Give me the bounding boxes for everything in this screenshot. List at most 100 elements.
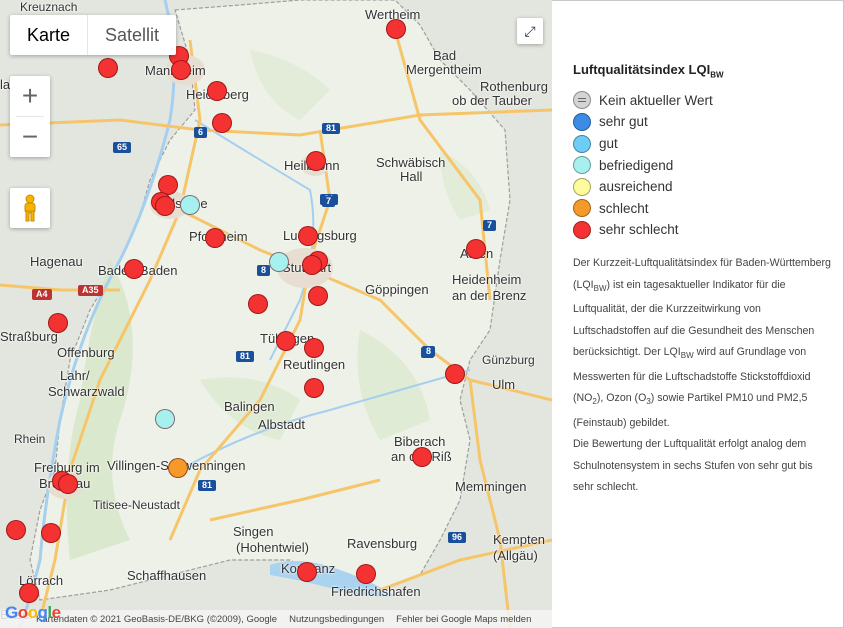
station-marker[interactable]	[19, 583, 39, 603]
legend-swatch-icon	[573, 156, 591, 175]
road-shield: 81	[198, 480, 217, 491]
place-label: Kempten	[493, 532, 546, 547]
place-label: Göppingen	[365, 282, 429, 297]
place-label: Mergentheim	[406, 62, 482, 77]
road-shield: 6	[194, 127, 208, 138]
road-shield: 81	[236, 351, 255, 362]
station-marker[interactable]	[356, 564, 376, 584]
legend-swatch-icon	[573, 91, 591, 110]
pegman-icon	[24, 194, 36, 222]
place-label: Straßburg	[0, 329, 58, 344]
station-marker[interactable]	[205, 228, 225, 248]
station-marker[interactable]	[298, 226, 318, 246]
map-attribution: Kartendaten © 2021 GeoBasis-DE/BKG (©200…	[0, 610, 552, 628]
fullscreen-button[interactable]: ⤢	[517, 18, 543, 44]
station-marker[interactable]	[445, 364, 465, 384]
terms-link[interactable]: Nutzungsbedingungen	[289, 614, 384, 625]
report-error-link[interactable]: Fehler bei Google Maps melden	[396, 614, 531, 625]
description-panel: Der Kurzzeit-Luftqualitätsindex für Bade…	[573, 253, 831, 499]
place-label: Lahr/	[60, 368, 90, 383]
legend-item: befriedigend	[573, 154, 831, 176]
legend-item: sehr gut	[573, 111, 831, 133]
legend-swatch-icon	[573, 177, 591, 196]
place-label: Ludwigsburg	[283, 228, 357, 243]
legend-label: gut	[599, 136, 618, 152]
legend-item: sehr schlecht	[573, 219, 831, 241]
station-marker[interactable]	[302, 255, 322, 275]
legend-label: befriedigend	[599, 157, 674, 173]
legend-swatch-icon	[573, 112, 591, 131]
legend-title: Luftqualitätsindex LQIBW	[573, 62, 724, 80]
legend-item: gut	[573, 133, 831, 155]
attribution-data: Kartendaten © 2021 GeoBasis-DE/BKG (©200…	[36, 613, 278, 625]
place-label: Günzburg	[482, 353, 535, 367]
station-marker[interactable]	[180, 195, 200, 215]
fullscreen-icon: ⤢	[524, 22, 536, 39]
station-marker[interactable]	[308, 286, 328, 306]
station-marker[interactable]	[171, 60, 191, 80]
place-label: Kreuznach	[20, 0, 78, 14]
road-shield: 8	[257, 265, 271, 276]
station-marker[interactable]	[304, 378, 324, 398]
station-marker[interactable]	[276, 331, 296, 351]
station-marker[interactable]	[248, 294, 268, 314]
legend-item: schlecht	[573, 198, 831, 220]
street-view-button[interactable]	[10, 188, 50, 228]
road-shield: 7	[322, 196, 336, 207]
station-marker[interactable]	[58, 474, 78, 494]
legend-label: sehr schlecht	[599, 222, 679, 238]
place-label: Heidenheim	[452, 272, 522, 287]
station-marker[interactable]	[466, 239, 486, 259]
station-marker[interactable]	[48, 313, 68, 333]
map-type-satellite-button[interactable]: Satellit	[88, 15, 176, 55]
legend-swatch-icon	[573, 220, 591, 239]
station-marker[interactable]	[297, 562, 317, 582]
place-label: Schwarzwald	[48, 384, 125, 399]
place-label: Albstadt	[258, 417, 305, 432]
map-type-map-button[interactable]: Karte	[10, 15, 89, 55]
station-marker[interactable]	[304, 338, 324, 358]
place-label: ob der Tauber	[452, 93, 532, 108]
station-marker[interactable]	[124, 259, 144, 279]
legend-label: schlecht	[599, 200, 649, 216]
station-marker[interactable]	[269, 252, 289, 272]
place-label: Hall	[400, 169, 423, 184]
station-marker[interactable]	[41, 523, 61, 543]
place-label: (Hohentwiel)	[236, 540, 309, 555]
station-marker[interactable]	[306, 151, 326, 171]
road-shield: 7	[483, 220, 497, 231]
station-marker[interactable]	[155, 409, 175, 429]
station-marker[interactable]	[207, 81, 227, 101]
map-area[interactable]: Wertheim Bad Mergentheim Rothenburg ob der T…	[0, 0, 552, 628]
legend-label: Kein aktueller Wert	[599, 92, 713, 108]
place-label: (Allgäu)	[493, 548, 538, 563]
road-shield: A4	[32, 289, 52, 300]
google-logo: Google	[5, 603, 61, 622]
station-marker[interactable]	[155, 196, 175, 216]
place-label: Rhein	[14, 432, 46, 446]
legend-swatch-icon	[573, 134, 591, 153]
station-marker[interactable]	[6, 520, 26, 540]
road-shield: A35	[78, 285, 103, 296]
place-label: Hagenau	[30, 254, 83, 269]
place-label: Schaffhausen	[127, 568, 207, 583]
legend-list: Kein aktueller Wert sehr gut gut befriedige…	[573, 90, 831, 241]
road-shield: 81	[322, 123, 341, 134]
legend-label: ausreichend	[599, 179, 673, 195]
place-label: Ravensburg	[347, 536, 418, 551]
station-marker[interactable]	[98, 58, 118, 78]
place-label: an der Brenz	[452, 288, 527, 303]
zoom-out-button[interactable]: −	[10, 117, 50, 157]
zoom-in-button[interactable]: +	[10, 76, 50, 116]
station-marker[interactable]	[168, 458, 188, 478]
place-label: Reutlingen	[283, 357, 346, 372]
station-marker[interactable]	[412, 447, 432, 467]
place-label: Memmingen	[455, 479, 527, 494]
description-paragraph-2: Die Bewertung der Luftqualität erfolgt a…	[573, 438, 813, 494]
legend-panel: Luftqualitätsindex LQIBW Kein aktueller …	[573, 62, 831, 241]
legend-swatch-icon	[573, 199, 591, 218]
station-marker[interactable]	[386, 19, 406, 39]
legend-label: sehr gut	[599, 114, 648, 130]
station-marker[interactable]	[212, 113, 232, 133]
place-label: Bad	[433, 48, 457, 63]
